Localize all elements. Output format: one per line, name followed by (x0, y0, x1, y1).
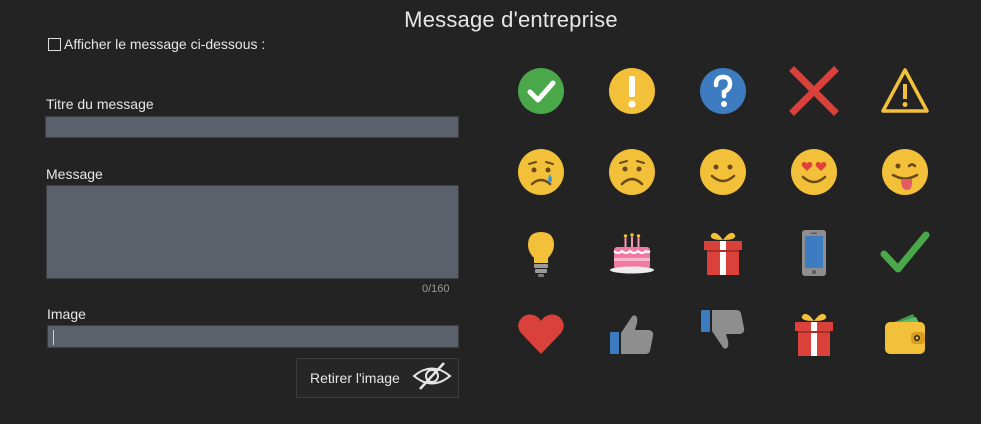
page-title: Message d'entreprise (404, 7, 618, 32)
smile-face-icon[interactable] (677, 131, 768, 212)
text-cursor (53, 330, 54, 345)
thumbs-down-icon[interactable] (677, 293, 768, 374)
warning-icon[interactable] (859, 50, 950, 131)
emoji-grid (495, 50, 950, 374)
tongue-face-icon[interactable] (859, 131, 950, 212)
heart-icon[interactable] (495, 293, 586, 374)
exclamation-circle-icon[interactable] (586, 50, 677, 131)
check-circle-icon[interactable] (495, 50, 586, 131)
crying-face-icon[interactable] (495, 131, 586, 212)
smartphone-icon[interactable] (768, 212, 859, 293)
checkmark-icon[interactable] (859, 212, 950, 293)
message-char-counter: 0/160 (422, 283, 450, 295)
show-message-label: Afficher le message ci-dessous : (64, 36, 266, 52)
birthday-cake-icon[interactable] (586, 212, 677, 293)
sad-face-icon[interactable] (586, 131, 677, 212)
show-message-checkbox[interactable] (48, 37, 61, 51)
heart-eyes-face-icon[interactable] (768, 131, 859, 212)
eye-slash-icon (412, 361, 452, 396)
thumbs-up-icon[interactable] (586, 293, 677, 374)
message-textarea[interactable] (46, 185, 459, 279)
question-circle-icon[interactable] (677, 50, 768, 131)
show-message-row[interactable]: Afficher le message ci-dessous : (48, 36, 265, 52)
image-input[interactable] (47, 325, 459, 348)
title-label: Titre du message (46, 96, 154, 112)
remove-image-button[interactable]: Retirer l'image (296, 358, 459, 398)
message-label: Message (46, 166, 103, 182)
lightbulb-icon[interactable] (495, 212, 586, 293)
wallet-icon[interactable] (859, 293, 950, 374)
remove-image-label: Retirer l'image (310, 370, 400, 386)
gift-icon[interactable] (768, 293, 859, 374)
cross-icon[interactable] (768, 50, 859, 131)
title-input[interactable] (45, 116, 459, 138)
gift-icon[interactable] (677, 212, 768, 293)
image-label: Image (47, 306, 86, 322)
